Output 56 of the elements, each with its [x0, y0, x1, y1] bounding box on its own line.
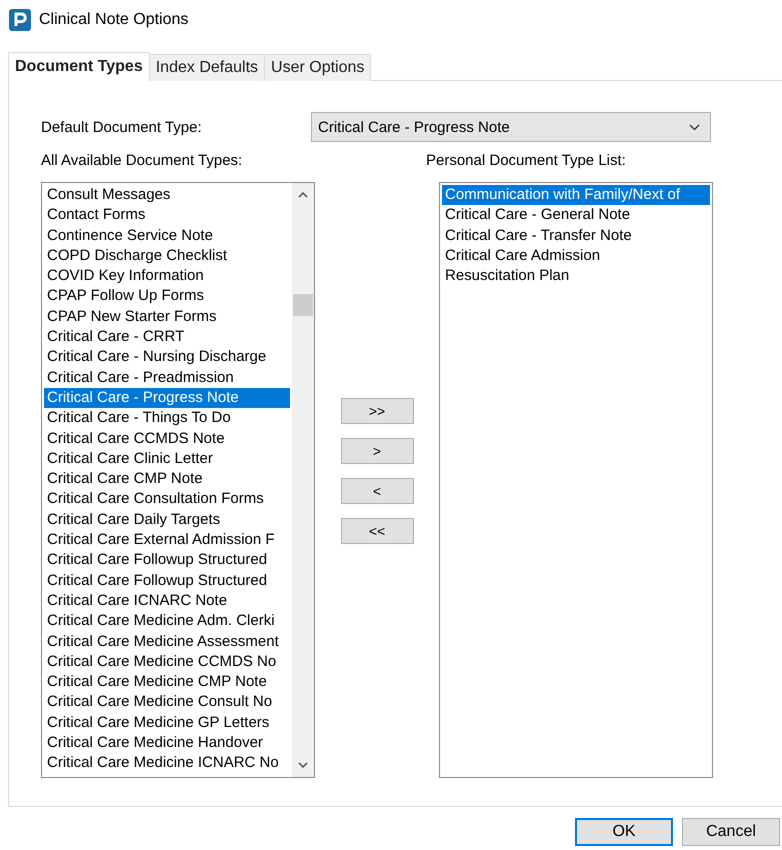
- tab[interactable]: Index Defaults: [148, 54, 266, 81]
- list-item[interactable]: CPAP Follow Up Forms: [44, 286, 290, 307]
- list-item[interactable]: Critical Care Medicine ICNARC No: [44, 753, 290, 774]
- app-logo-icon: [9, 9, 31, 31]
- scroll-up-icon[interactable]: [298, 192, 308, 198]
- list-item[interactable]: Critical Care Medicine Consult No: [44, 692, 290, 713]
- personal-list[interactable]: Communication with Family/Next of Critical Care - General Note Critical Care - Transfer Note Critical Care Admission Resuscitation Plan: [439, 182, 713, 778]
- move-button[interactable]: >>: [340, 398, 414, 424]
- list-item[interactable]: Critical Care - CRRT: [44, 327, 290, 348]
- scroll-down-icon[interactable]: [298, 762, 308, 768]
- move-button[interactable]: >: [340, 438, 414, 464]
- list-item[interactable]: Critical Care Medicine Handover: [44, 733, 290, 754]
- list-item[interactable]: CPAP New Starter Forms: [44, 306, 290, 328]
- available-list[interactable]: [41, 182, 315, 778]
- list-item[interactable]: Critical Care Medicine GP Letters: [44, 712, 290, 734]
- list-item[interactable]: Critical Care Admission: [442, 246, 710, 266]
- list-item[interactable]: Critical Care - Nursing Discharge: [44, 347, 290, 368]
- list-item[interactable]: Consult Messages: [44, 185, 290, 206]
- list-item[interactable]: Critical Care Clinic Letter: [44, 448, 290, 470]
- list-item[interactable]: Critical Care - General Note: [442, 205, 710, 226]
- list-item[interactable]: Critical Care ICNARC Note: [44, 590, 290, 612]
- list-item[interactable]: Critical Care Followup Structured: [44, 550, 290, 571]
- list-item[interactable]: Critical Care - Transfer Note: [442, 226, 710, 246]
- tab[interactable]: User Options: [264, 54, 372, 81]
- move-button[interactable]: <: [340, 478, 414, 504]
- list-item[interactable]: Critical Care CCMDS Note: [44, 428, 290, 449]
- list-item[interactable]: Critical Care Followup Structured: [44, 570, 290, 591]
- scrollbar[interactable]: [292, 183, 314, 777]
- list-item[interactable]: COPD Discharge Checklist: [44, 246, 290, 266]
- list-label: Personal Document Type List:: [426, 152, 626, 171]
- cancel-button[interactable]: Cancel: [682, 818, 780, 846]
- move-button[interactable]: <<: [340, 518, 414, 544]
- list-item[interactable]: Critical Care CMP Note: [44, 469, 290, 490]
- list-item[interactable]: Critical Care Medicine Assessment: [44, 632, 290, 652]
- list-item[interactable]: Critical Care Consultation Forms: [44, 489, 290, 510]
- window-title: Clinical Note Options: [39, 11, 188, 29]
- list-item[interactable]: Resuscitation Plan: [442, 266, 710, 286]
- list-item[interactable]: Critical Care External Admission F: [44, 530, 290, 550]
- list-item[interactable]: Contact Forms: [44, 205, 290, 226]
- document-type-dropdown[interactable]: Critical Care - Progress Note: [311, 112, 711, 142]
- list-item[interactable]: Critical Care Medicine CMP Note: [44, 672, 290, 692]
- list-item[interactable]: Continence Service Note: [44, 226, 290, 246]
- chevron-down-icon: [689, 124, 700, 130]
- list-item[interactable]: Critical Care - Preadmission: [44, 368, 290, 388]
- list-item[interactable]: Critical Care Medicine Adm. Clerki: [44, 611, 290, 632]
- list-item[interactable]: COVID Key Information: [44, 266, 290, 286]
- ok-button[interactable]: OK: [575, 818, 673, 846]
- list-item[interactable]: Critical Care Daily Targets: [44, 510, 290, 530]
- list-label: All Available Document Types:: [41, 152, 244, 171]
- tab[interactable]: Document Types: [8, 52, 150, 81]
- field-label: Default Document Type:: [41, 118, 203, 136]
- list-item[interactable]: Communication with Family/Next of: [442, 185, 710, 206]
- list-item[interactable]: Critical Care - Things To Do: [44, 408, 290, 429]
- list-item[interactable]: Critical Care - Progress Note: [44, 388, 290, 408]
- list-item[interactable]: Critical Care Medicine CCMDS No: [44, 652, 290, 672]
- scroll-thumb[interactable]: [293, 294, 313, 316]
